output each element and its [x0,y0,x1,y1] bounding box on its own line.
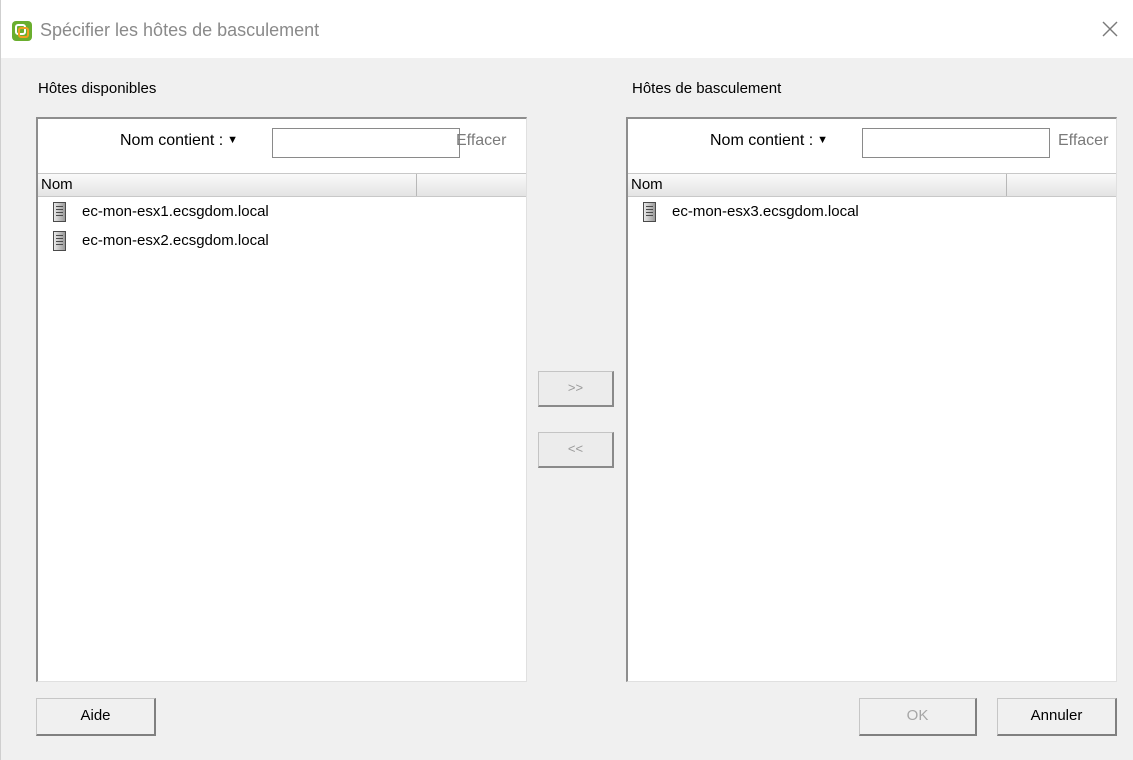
window-border [0,0,1,760]
caret-down-icon: ▼ [227,134,239,146]
failover-hosts-list: ec-mon-esx3.ecsgdom.local [628,199,1116,228]
column-header: Nom [38,173,526,197]
filter-dropdown[interactable]: Nom contient : ▼ [710,132,828,150]
column-name-header[interactable]: Nom [41,176,73,193]
failover-hosts-filter: Nom contient : ▼ Effacer [628,119,1116,169]
clear-filter-link[interactable]: Effacer [456,132,526,150]
column-extra-header[interactable] [1007,174,1116,196]
host-row[interactable]: ec-mon-esx2.ecsgdom.local [38,228,526,257]
host-name: ec-mon-esx2.ecsgdom.local [82,232,269,249]
window-title: Spécifier les hôtes de basculement [40,20,320,40]
host-row[interactable]: ec-mon-esx1.ecsgdom.local [38,199,526,228]
help-button[interactable]: Aide [36,698,156,736]
available-hosts-filter: Nom contient : ▼ Effacer [38,119,526,169]
filter-label: Nom contient : [710,132,814,149]
close-icon[interactable] [1097,16,1123,42]
host-name: ec-mon-esx1.ecsgdom.local [82,203,269,220]
failover-hosts-label: Hôtes de basculement [632,80,782,97]
add-host-button[interactable]: >> [538,371,614,407]
server-icon [53,231,66,251]
title-bar: Spécifier les hôtes de basculement [0,0,1133,58]
column-header: Nom [628,173,1116,197]
failover-hosts-panel: Nom contient : ▼ Effacer Nom ec-mon-esx3.… [626,117,1117,682]
filter-input[interactable] [272,128,460,158]
dialog-body: Hôtes disponibles Nom contient : ▼ Efface… [0,58,1133,760]
available-hosts-label: Hôtes disponibles [38,80,157,97]
filter-input[interactable] [862,128,1050,158]
column-extra-header[interactable] [417,174,526,196]
available-hosts-list: ec-mon-esx1.ecsgdom.local ec-mon-esx2.ec… [38,199,526,257]
available-hosts-panel: Nom contient : ▼ Effacer Nom ec-mon-esx1.… [36,117,527,682]
filter-dropdown[interactable]: Nom contient : ▼ [120,132,238,150]
clear-filter-link[interactable]: Effacer [1058,132,1116,150]
caret-down-icon: ▼ [817,134,829,146]
ok-button[interactable]: OK [859,698,977,736]
server-icon [643,202,656,222]
column-name-header[interactable]: Nom [631,176,663,193]
cancel-button[interactable]: Annuler [997,698,1117,736]
vsphere-app-icon [12,21,32,41]
filter-label: Nom contient : [120,132,224,149]
server-icon [53,202,66,222]
host-row[interactable]: ec-mon-esx3.ecsgdom.local [628,199,1116,228]
remove-host-button[interactable]: << [538,432,614,468]
host-name: ec-mon-esx3.ecsgdom.local [672,203,859,220]
